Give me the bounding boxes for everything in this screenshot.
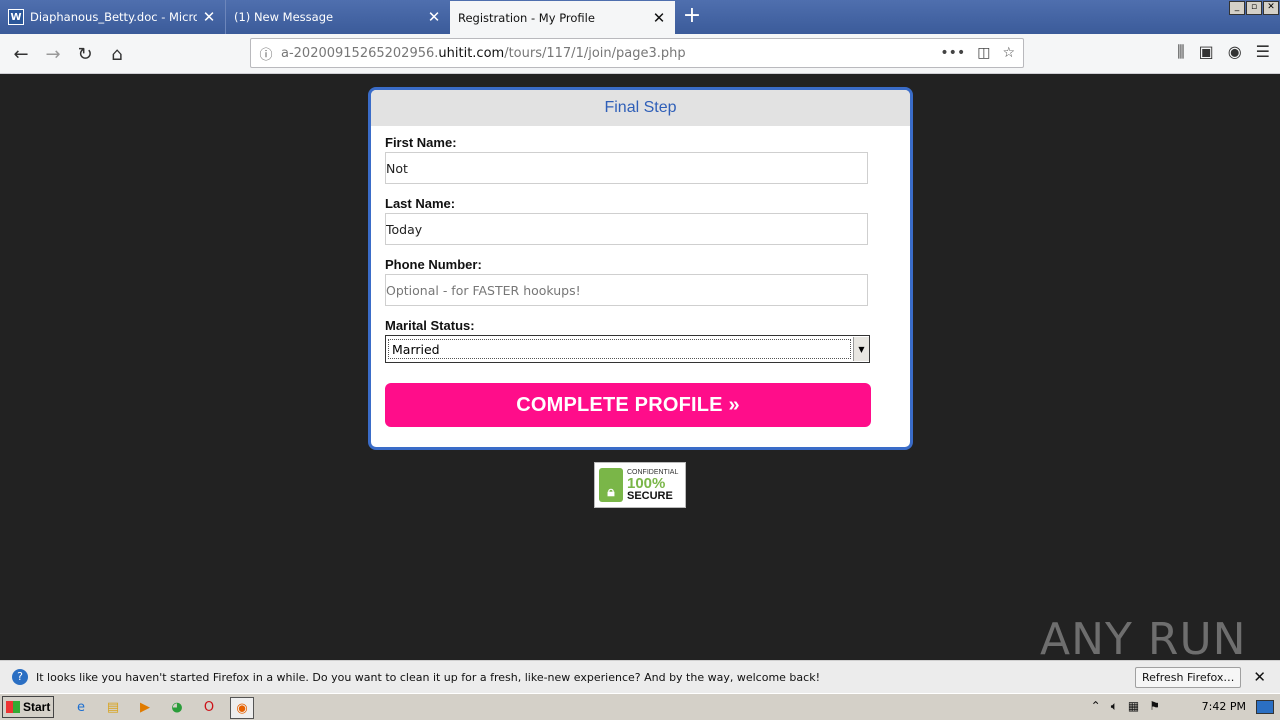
first-name-group: First Name:	[385, 135, 868, 184]
volume-icon[interactable]: 🔈︎	[1111, 699, 1118, 714]
folder-icon[interactable]: ▤	[102, 697, 124, 717]
page-viewport: Final Step First Name: Last Name: Phone …	[0, 74, 1280, 665]
clock[interactable]: 7:42 PM	[1202, 700, 1246, 713]
seal-line-3: SECURE	[627, 489, 673, 502]
seal-line-2: 100%	[627, 474, 666, 492]
firefox-icon[interactable]: ◉	[230, 697, 254, 719]
start-button[interactable]: Start	[2, 696, 54, 718]
notification-bar: ? It looks like you haven't started Fire…	[0, 660, 1280, 693]
bookmark-star-icon[interactable]: ☆	[1002, 45, 1015, 61]
page-actions-icon[interactable]: •••	[940, 45, 965, 61]
quick-launch: e ▤ ▶ ◕ O ◉	[70, 697, 254, 719]
tray-expand-icon[interactable]: ⌃	[1091, 699, 1101, 714]
taskbar: Start e ▤ ▶ ◕ O ◉ ⌃ 🔈︎ ▦ ⚑ 7:42 PM	[0, 693, 1280, 720]
secure-seal: 🔒︎ CONFIDENTIAL 100% SECURE	[594, 462, 686, 508]
action-center-flag-icon[interactable]: ⚑	[1149, 699, 1160, 714]
url-domain: uhitit.com	[438, 45, 505, 61]
home-icon[interactable]: ⌂	[104, 41, 130, 67]
tab-registration[interactable]: Registration - My Profile ✕	[450, 1, 675, 34]
chrome-icon[interactable]: ◕	[166, 697, 188, 717]
forward-icon[interactable]: →	[40, 41, 66, 67]
complete-profile-button[interactable]: COMPLETE PROFILE »	[385, 383, 871, 427]
marital-group: Marital Status: Married ▼	[385, 318, 870, 363]
show-desktop-icon[interactable]	[1256, 700, 1274, 714]
url-path: /tours/117/1/join/page3.php	[504, 45, 686, 61]
navigation-bar: ← → ↻ ⌂ ⓘ a-20200915265202956.uhitit.com…	[0, 34, 1280, 74]
new-tab-icon[interactable]: +	[680, 4, 704, 30]
anyrun-watermark: ANY RUN	[1040, 614, 1247, 665]
phone-label: Phone Number:	[385, 257, 482, 272]
start-label: Start	[23, 700, 51, 714]
last-name-input[interactable]	[385, 213, 868, 245]
marital-status-select[interactable]: Married ▼	[385, 335, 870, 363]
windows-logo-icon	[6, 701, 20, 713]
marital-status-value: Married	[388, 339, 851, 359]
reload-icon[interactable]: ↻	[72, 41, 98, 67]
url-text[interactable]: a-20200915265202956.uhitit.com/tours/117…	[281, 46, 940, 61]
first-name-input[interactable]	[385, 152, 868, 184]
last-name-group: Last Name:	[385, 196, 868, 245]
seal-text: CONFIDENTIAL 100% SECURE	[627, 469, 678, 502]
question-icon: ?	[12, 669, 28, 685]
toolbar-icons: ⫼ ▣ ◉ ☰	[1177, 42, 1270, 62]
tab-title: (1) New Message	[234, 10, 334, 24]
close-window-icon[interactable]: ✕	[1263, 1, 1279, 15]
library-icon[interactable]: ⫼	[1177, 42, 1184, 62]
dropdown-arrow-icon[interactable]: ▼	[853, 337, 869, 361]
url-bar[interactable]: ⓘ a-20200915265202956.uhitit.com/tours/1…	[250, 38, 1024, 68]
pocket-icon[interactable]: ◫	[977, 45, 990, 61]
registration-card: Final Step First Name: Last Name: Phone …	[368, 87, 913, 450]
phone-input[interactable]	[385, 274, 868, 306]
close-icon[interactable]: ✕	[426, 8, 442, 26]
back-icon[interactable]: ←	[8, 41, 34, 67]
window-controls: _ ▫ ✕	[1228, 1, 1279, 15]
close-icon[interactable]: ✕	[201, 8, 217, 26]
tab-new-message[interactable]: (1) New Message ✕	[225, 0, 450, 34]
lock-icon: 🔒︎	[599, 468, 623, 502]
phone-group: Phone Number:	[385, 257, 868, 306]
ie-icon[interactable]: e	[70, 697, 92, 717]
last-name-label: Last Name:	[385, 196, 456, 211]
notification-message: It looks like you haven't started Firefo…	[36, 670, 820, 684]
first-name-label: First Name:	[385, 135, 457, 150]
word-icon: W	[8, 9, 24, 25]
tab-strip: W Diaphanous_Betty.doc - Microsoft ✕ (1)…	[0, 0, 1280, 34]
account-icon[interactable]: ◉	[1228, 42, 1242, 62]
url-actions: ••• ◫ ☆	[940, 45, 1023, 61]
media-player-icon[interactable]: ▶	[134, 697, 156, 717]
opera-icon[interactable]: O	[198, 697, 220, 717]
close-icon[interactable]: ✕	[1253, 668, 1266, 686]
restore-icon[interactable]: ▫	[1246, 1, 1262, 15]
tab-title: Diaphanous_Betty.doc - Microsoft	[30, 10, 197, 24]
menu-icon[interactable]: ☰	[1256, 42, 1270, 62]
tab-word-doc[interactable]: W Diaphanous_Betty.doc - Microsoft ✕	[0, 0, 225, 34]
close-icon[interactable]: ✕	[651, 9, 667, 27]
system-tray: ⌃ 🔈︎ ▦ ⚑	[1091, 699, 1160, 714]
minimize-icon[interactable]: _	[1229, 1, 1245, 15]
refresh-firefox-button[interactable]: Refresh Firefox…	[1134, 666, 1242, 688]
info-icon[interactable]: ⓘ	[251, 44, 281, 63]
network-icon[interactable]: ▦	[1128, 699, 1139, 714]
sidebar-icon[interactable]: ▣	[1199, 42, 1214, 62]
url-prefix: a-20200915265202956.	[281, 45, 439, 61]
marital-label: Marital Status:	[385, 318, 475, 333]
tab-title: Registration - My Profile	[458, 10, 595, 25]
card-heading: Final Step	[371, 90, 910, 126]
